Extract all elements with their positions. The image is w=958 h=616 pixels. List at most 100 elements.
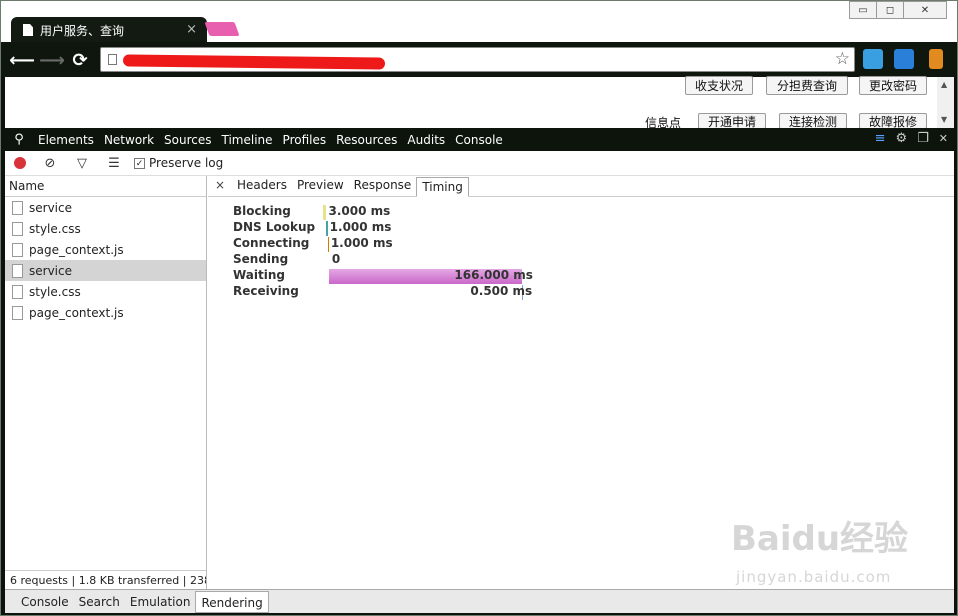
timing-value: 0.500 ms [470, 284, 533, 298]
scroll-up-icon[interactable]: ▲ [941, 80, 947, 89]
timing-label: Receiving [233, 284, 299, 298]
browser-tab-active[interactable]: 用户服务、查询 × [11, 17, 207, 43]
request-name: service [29, 263, 72, 278]
tab-timeline[interactable]: Timeline [217, 133, 278, 147]
drawer-tab-search[interactable]: Search [74, 591, 125, 613]
fault-report-button[interactable]: 故障报修 [859, 113, 927, 129]
console-drawer-icon[interactable]: ≡ [875, 131, 886, 146]
request-name: style.css [29, 221, 81, 236]
page-content: 收支状况 分担费查询 更改密码 信息点 开通申请 连接检测 故障报修 ▲ ▼ [5, 76, 954, 130]
bookmark-star-icon[interactable]: ☆ [835, 49, 850, 69]
timing-bar [329, 253, 330, 268]
reload-button[interactable]: ⟳ [69, 49, 91, 71]
redacted-url [122, 54, 386, 70]
network-filter-bar: ⊘ ▽ ☰ ✓ Preserve log [5, 151, 954, 176]
extension-screenshot-icon[interactable] [894, 49, 914, 69]
request-row[interactable]: style.css [5, 281, 206, 302]
scroll-down-icon[interactable]: ▼ [941, 115, 947, 124]
open-apply-button[interactable]: 开通申请 [698, 113, 766, 129]
browser-toolbar: ⟵ ⟶ ⟳ ☆ [1, 42, 957, 77]
minimize-button[interactable]: ▭ [849, 1, 877, 19]
preserve-log-option[interactable]: ✓ Preserve log [134, 156, 223, 170]
request-row[interactable]: style.css [5, 218, 206, 239]
timing-label: Sending [233, 252, 289, 266]
tab-network[interactable]: Network [99, 133, 159, 147]
connection-test-button[interactable]: 连接检测 [779, 113, 847, 129]
file-icon [12, 305, 23, 320]
timing-value: 3.000 ms [328, 204, 391, 218]
tab-title: 用户服务、查询 [40, 23, 125, 38]
network-summary: 6 requests | 1.8 KB transferred | 238 ..… [5, 570, 206, 589]
file-icon [12, 200, 23, 215]
maximize-button[interactable]: ◻ [876, 1, 904, 19]
tab-profiles[interactable]: Profiles [278, 133, 332, 147]
tab-console[interactable]: Console [450, 133, 508, 147]
inspect-search-icon[interactable]: ⚲ [5, 132, 33, 147]
title-bar: 用户服务、查询 × ▭ ◻ ✕ [1, 1, 957, 43]
tab-response[interactable]: Response [349, 176, 417, 196]
clear-icon[interactable]: ⊘ [42, 156, 58, 171]
devtools-tabbar: ⚲ Elements Network Sources Timeline Prof… [5, 128, 954, 151]
close-detail-icon[interactable]: × [208, 176, 232, 196]
page-scrollbar[interactable]: ▲ ▼ [937, 77, 954, 128]
change-password-button[interactable]: 更改密码 [859, 76, 927, 95]
back-button[interactable]: ⟵ [9, 49, 35, 71]
drawer-tab-emulation[interactable]: Emulation [125, 591, 196, 613]
request-row[interactable]: page_context.js [5, 239, 206, 260]
income-status-button[interactable]: 收支状况 [685, 76, 753, 95]
extension-pen-icon[interactable] [863, 49, 883, 69]
file-icon [12, 263, 23, 278]
tab-timing[interactable]: Timing [416, 177, 469, 197]
menu-icon[interactable] [929, 49, 943, 69]
timing-bar [323, 205, 327, 220]
request-name: page_context.js [29, 242, 124, 257]
close-devtools-icon[interactable]: ✕ [939, 132, 948, 145]
tab-audits[interactable]: Audits [402, 133, 450, 147]
preserve-log-checkbox[interactable]: ✓ [134, 157, 145, 169]
request-row-selected[interactable]: service [5, 260, 206, 281]
timing-value: 166.000 ms [454, 268, 533, 282]
request-row[interactable]: page_context.js [5, 302, 206, 323]
timing-bar [327, 237, 329, 252]
timing-label: Connecting [233, 236, 310, 250]
preserve-log-label: Preserve log [149, 156, 224, 170]
new-tab-button[interactable] [204, 22, 240, 36]
file-icon [12, 242, 23, 257]
window-controls: ▭ ◻ ✕ [849, 1, 947, 19]
tab-elements[interactable]: Elements [33, 133, 99, 147]
drawer-tab-rendering[interactable]: Rendering [195, 590, 269, 613]
timing-label: DNS Lookup [233, 220, 316, 234]
detail-tabbar: × Headers Preview Response Timing [208, 176, 954, 197]
record-icon[interactable] [14, 157, 26, 169]
fee-query-button[interactable]: 分担费查询 [766, 76, 848, 95]
page-icon [108, 54, 117, 65]
timing-value: 0 [331, 252, 341, 266]
request-name: page_context.js [29, 305, 124, 320]
browser-window: 用户服务、查询 × ▭ ◻ ✕ ⟵ ⟶ ⟳ ☆ 收支状况 分担费查询 更改密码 … [0, 0, 958, 616]
timing-label: Blocking [233, 204, 291, 218]
timing-value: 1.000 ms [329, 220, 392, 234]
baidu-watermark-logo: Baidu经验 [731, 519, 909, 559]
tab-resources[interactable]: Resources [331, 133, 402, 147]
request-list-pane: Name service style.css page_context.js s… [5, 176, 207, 589]
filter-icon[interactable]: ▽ [74, 156, 90, 171]
dock-icon[interactable]: ❐ [917, 131, 929, 146]
timing-label: Waiting [233, 268, 286, 282]
tab-preview[interactable]: Preview [292, 176, 349, 196]
request-name: service [29, 200, 72, 215]
settings-gear-icon[interactable]: ⚙ [895, 131, 907, 146]
drawer-tab-console[interactable]: Console [16, 591, 74, 613]
timing-value: 1.000 ms [330, 236, 393, 250]
tab-headers[interactable]: Headers [232, 176, 292, 196]
baidu-watermark-url: jingyan.baidu.com [736, 568, 892, 586]
request-row[interactable]: service [5, 197, 206, 218]
list-view-icon[interactable]: ☰ [106, 156, 122, 171]
address-bar[interactable]: ☆ [100, 47, 855, 72]
forward-button[interactable]: ⟶ [39, 49, 65, 71]
tab-sources[interactable]: Sources [159, 133, 216, 147]
name-column-header[interactable]: Name [5, 176, 206, 197]
timing-bar [326, 221, 328, 236]
file-icon [12, 221, 23, 236]
close-tab-icon[interactable]: × [186, 22, 197, 37]
close-window-button[interactable]: ✕ [903, 1, 947, 19]
